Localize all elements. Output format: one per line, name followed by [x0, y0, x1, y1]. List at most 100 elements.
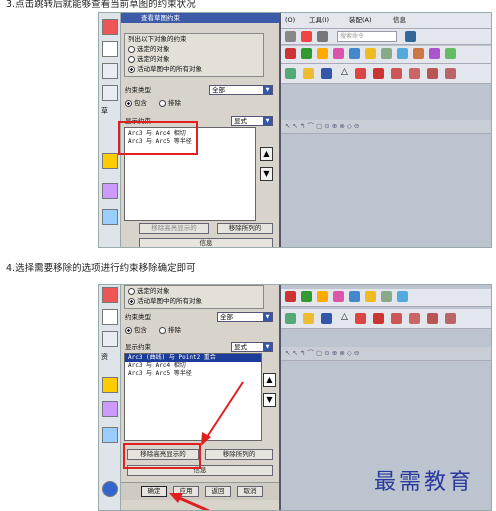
sketch-icon[interactable]	[102, 19, 118, 35]
menu-item[interactable]: 装配(A)	[349, 16, 372, 25]
constraint-icon[interactable]	[102, 331, 118, 347]
tool-icon[interactable]	[427, 313, 438, 324]
assembly-icon[interactable]	[102, 377, 118, 393]
selection-tools[interactable]: ↖ ↖ ↰ ⌒ ▢ ⊙ ⊕ ⊗ ◇ ⊖	[285, 349, 359, 358]
remove-listed-button[interactable]: 移除所列的	[217, 223, 273, 234]
assembly-icon[interactable]	[102, 153, 118, 169]
move-down-button[interactable]: ▼	[260, 167, 273, 181]
tool-icon[interactable]	[427, 68, 438, 79]
part-nav-icon[interactable]	[102, 183, 118, 199]
tool-icon[interactable]	[413, 48, 424, 59]
radio-option-2[interactable]: 选定的对象	[128, 55, 170, 64]
command-search-input[interactable]: 搜索命令	[337, 31, 397, 42]
tool-icon[interactable]	[349, 48, 360, 59]
constraint-type-select[interactable]: 全部 ▼	[209, 85, 273, 95]
tool-icon[interactable]	[285, 31, 296, 42]
tool-icon[interactable]	[333, 291, 344, 302]
history-icon[interactable]	[102, 427, 118, 443]
radio-option-1[interactable]: 选定的对象	[128, 45, 170, 54]
show-constraints-label: 显示约束	[125, 343, 151, 351]
cancel-button[interactable]: 取消	[237, 486, 263, 497]
tool-icon[interactable]	[317, 291, 328, 302]
triangle-icon[interactable]: △	[341, 313, 348, 322]
new-icon[interactable]	[102, 309, 118, 325]
tool-icon[interactable]	[365, 291, 376, 302]
constraint-icon[interactable]	[102, 63, 118, 79]
tool-icon[interactable]	[285, 48, 296, 59]
tool-icon[interactable]	[409, 313, 420, 324]
side-label: 资	[101, 353, 108, 361]
dimension-icon[interactable]	[102, 85, 118, 101]
tool-icon[interactable]	[445, 48, 456, 59]
list-item-selected[interactable]: Arc3 (曲线) 与 Point2 重合	[125, 354, 261, 362]
tool-icon[interactable]	[391, 68, 402, 79]
menu-item[interactable]: (O)	[285, 16, 295, 25]
tool-icon[interactable]	[321, 68, 332, 79]
move-down-button[interactable]: ▼	[263, 393, 276, 407]
include-radio[interactable]: 包含	[125, 326, 147, 335]
tool-icon[interactable]	[365, 48, 376, 59]
history-icon[interactable]	[102, 209, 118, 225]
tool-icon[interactable]	[429, 48, 440, 59]
tool-icon[interactable]	[397, 48, 408, 59]
exclude-radio[interactable]: 排除	[159, 326, 181, 335]
new-icon[interactable]	[102, 41, 118, 57]
tool-icon[interactable]	[317, 48, 328, 59]
tool-icon[interactable]	[301, 31, 312, 42]
tool-icon[interactable]	[409, 68, 420, 79]
tool-icon[interactable]	[397, 291, 408, 302]
exclude-radio[interactable]: 排除	[159, 99, 181, 108]
tool-icon[interactable]	[355, 68, 366, 79]
part-nav-icon[interactable]	[102, 401, 118, 417]
tool-icon[interactable]	[303, 68, 314, 79]
radio-option-3[interactable]: 活动草图中的所有对象	[128, 297, 202, 306]
tool-icon[interactable]	[373, 68, 384, 79]
tool-icon[interactable]	[317, 31, 328, 42]
tool-icon[interactable]	[301, 291, 312, 302]
sketch-icon[interactable]	[102, 287, 118, 303]
radio-icon	[159, 326, 166, 334]
move-up-button[interactable]: ▲	[263, 373, 276, 387]
list-item[interactable]: Arc3 与 Arc5 等半径	[125, 370, 261, 378]
radio-option-3[interactable]: 活动草图中的所有对象	[128, 65, 202, 74]
toolbar-row-3: △	[281, 64, 491, 84]
include-radio[interactable]: 包含	[125, 99, 147, 108]
info-button[interactable]: 信息	[139, 238, 273, 247]
selection-bar: ↖ ↖ ↰ ⌒ ▢ ⊙ ⊕ ⊗ ◇ ⊖	[281, 120, 491, 134]
selection-tools[interactable]: ↖ ↖ ↰ ⌒ ▢ ⊙ ⊕ ⊗ ◇ ⊖	[285, 122, 359, 131]
triangle-icon[interactable]: △	[341, 68, 348, 77]
tool-icon[interactable]	[303, 313, 314, 324]
remove-highlighted-button[interactable]: 移除高亮显示的	[139, 223, 209, 234]
tool-icon[interactable]	[285, 313, 296, 324]
list-item[interactable]: Arc3 与 Arc4 相切	[125, 362, 261, 370]
list-objects-group: 选定的对象 活动草图中的所有对象	[124, 285, 264, 309]
tool-icon[interactable]	[405, 31, 416, 42]
ok-button[interactable]: 确定	[141, 486, 167, 497]
tool-icon[interactable]	[285, 68, 296, 79]
remove-listed-button[interactable]: 移除所列的	[205, 449, 273, 460]
tool-icon[interactable]	[373, 313, 384, 324]
tool-icon[interactable]	[445, 68, 456, 79]
roles-icon[interactable]	[102, 481, 118, 497]
step4-caption: 4.选择需要移除的选项进行约束移除确定即可	[6, 263, 196, 274]
tool-icon[interactable]	[355, 313, 366, 324]
radio-option-2[interactable]: 选定的对象	[128, 287, 170, 296]
menu-item[interactable]: 工具(I)	[309, 16, 329, 25]
tool-icon[interactable]	[301, 48, 312, 59]
show-constraints-select[interactable]: 显式 ▼	[231, 342, 273, 352]
move-up-button[interactable]: ▲	[260, 147, 273, 161]
radio-icon	[128, 45, 135, 53]
menu-item[interactable]: 信息	[393, 16, 406, 25]
tool-icon[interactable]	[381, 48, 392, 59]
show-constraints-select[interactable]: 显式 ▼	[231, 116, 273, 126]
toolbar-row-2	[281, 289, 491, 307]
tool-icon[interactable]	[333, 48, 344, 59]
tool-icon[interactable]	[381, 291, 392, 302]
tool-icon[interactable]	[445, 313, 456, 324]
sketch-constraints-dialog: 查看草图约束 列出以下对象的约束 选定的对象 选定的对象 活动草图中的所有对象 …	[118, 13, 281, 247]
constraint-type-select[interactable]: 全部 ▼	[217, 312, 273, 322]
tool-icon[interactable]	[391, 313, 402, 324]
tool-icon[interactable]	[321, 313, 332, 324]
tool-icon[interactable]	[349, 291, 360, 302]
tool-icon[interactable]	[285, 291, 296, 302]
